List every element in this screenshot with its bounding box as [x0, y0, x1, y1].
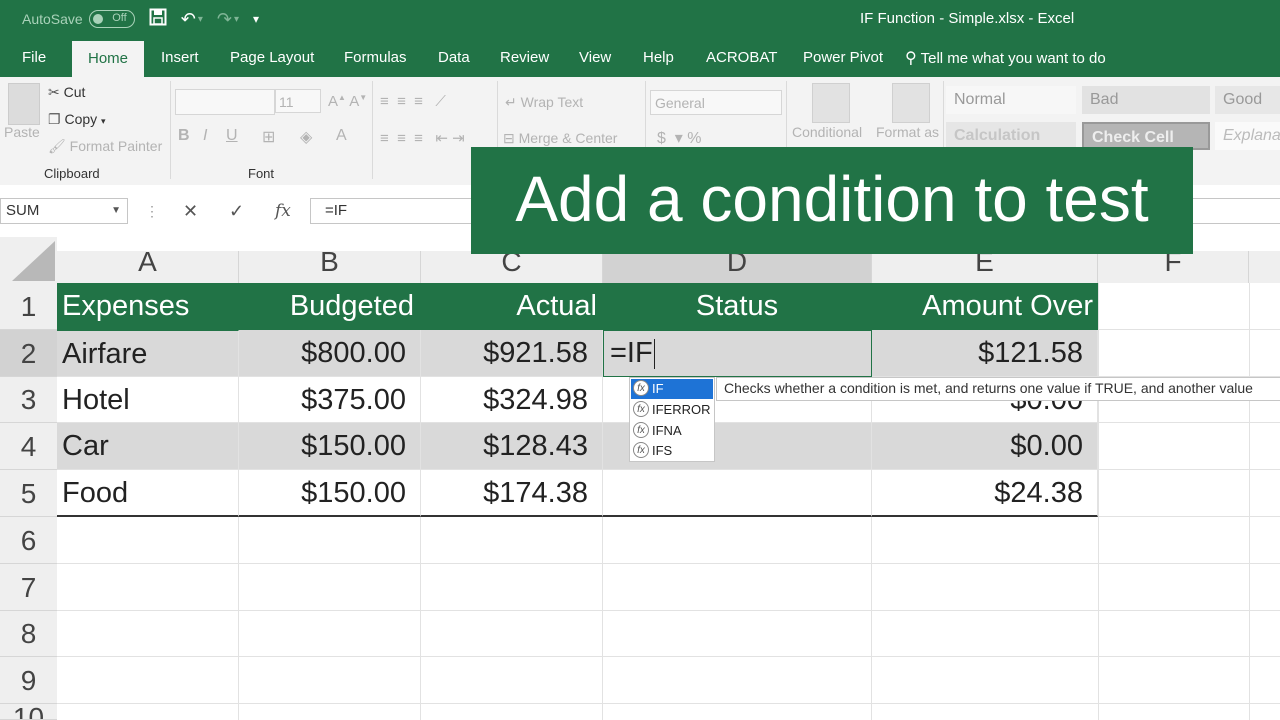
style-normal[interactable]: Normal [946, 86, 1076, 114]
align-top-icons[interactable]: ≡ ≡ ≡ ⟋ [380, 93, 446, 110]
save-icon[interactable] [149, 8, 167, 31]
function-icon: fx [633, 442, 649, 458]
tab-page-layout[interactable]: Page Layout [230, 38, 314, 77]
copy-icon: ❐ [48, 111, 61, 127]
formula-bar-grip-icon: ⋮ [145, 203, 159, 219]
merge-center-button[interactable]: ⊟ Merge & Center [503, 130, 617, 147]
title-bar: AutoSave Off ↶ ▾ ↷ ▾ ▾ IF Function - Sim… [0, 0, 1280, 38]
brush-icon: 🖌 [48, 138, 66, 154]
row-header-1[interactable]: 1 [0, 283, 57, 330]
gridlines [57, 283, 1280, 720]
tab-formulas[interactable]: Formulas [344, 38, 407, 77]
insert-function-icon[interactable]: fx [275, 198, 291, 224]
paste-icon[interactable] [8, 83, 40, 125]
tell-me-box[interactable]: ⚲ Tell me what you want to do [905, 38, 1106, 77]
scissors-icon: ✂ [48, 84, 60, 100]
function-icon: fx [633, 422, 649, 438]
row-header-8[interactable]: 8 [0, 611, 57, 657]
style-calculation[interactable]: Calculation [946, 122, 1076, 150]
tab-power-pivot[interactable]: Power Pivot [803, 38, 883, 77]
underline-button[interactable]: U [226, 127, 238, 145]
autocomplete-item-if[interactable]: fx IF [631, 379, 713, 399]
row-header-5[interactable]: 5 [0, 470, 57, 517]
tell-me-text: Tell me what you want to do [920, 50, 1106, 67]
row-header-7[interactable]: 7 [0, 564, 57, 611]
enter-icon[interactable]: ✓ [229, 198, 244, 224]
tab-file[interactable]: File [22, 38, 46, 77]
row-header-6[interactable]: 6 [0, 517, 57, 564]
clipboard-group-label: Clipboard [44, 166, 100, 181]
autocomplete-item-iferror[interactable]: fx IFERROR [631, 400, 713, 420]
ribbon-tabs: File Home Insert Page Layout Formulas Da… [0, 38, 1280, 77]
borders-icon[interactable]: ⊞ [262, 127, 275, 147]
style-explanatory[interactable]: Explanat [1215, 122, 1280, 150]
select-all-corner[interactable] [0, 237, 57, 283]
customize-toolbar-icon[interactable]: ▾ [253, 12, 259, 26]
function-icon: fx [633, 380, 649, 396]
function-autocomplete-list: fx IF fx IFERROR fx IFNA fx IFS [629, 377, 715, 462]
fill-color-icon[interactable]: ◈ [300, 127, 312, 147]
autocomplete-item-ifna[interactable]: fx IFNA [631, 421, 713, 441]
tab-review[interactable]: Review [500, 38, 549, 77]
worksheet-grid: A B C D E F 1 2 3 4 5 6 7 8 9 10 Expense… [0, 237, 1280, 720]
format-painter-button[interactable]: 🖌 Format Painter [48, 138, 162, 155]
conditional-formatting-button[interactable]: Conditional [792, 124, 862, 140]
wrap-icon: ↵ [505, 94, 517, 110]
row-header-4[interactable]: 4 [0, 423, 57, 470]
undo-icon[interactable]: ↶ [181, 9, 196, 30]
paste-button[interactable]: Paste [4, 124, 40, 140]
merge-icon: ⊟ [503, 130, 515, 146]
bold-button[interactable]: B [178, 127, 190, 145]
align-left-icons[interactable]: ≡ ≡ ≡ ⇤ ⇥ [380, 129, 465, 147]
name-box[interactable]: SUM ▼ [0, 198, 128, 224]
style-good[interactable]: Good [1215, 86, 1280, 114]
lightbulb-icon: ⚲ [905, 50, 917, 67]
copy-button[interactable]: ❐ Copy ▾ [48, 111, 106, 128]
tab-acrobat[interactable]: ACROBAT [706, 38, 777, 77]
tab-insert[interactable]: Insert [161, 38, 199, 77]
row-header-9[interactable]: 9 [0, 657, 57, 704]
tab-view[interactable]: View [579, 38, 611, 77]
italic-button[interactable]: I [203, 127, 207, 145]
currency-icon[interactable]: $ ▾ % [657, 128, 702, 148]
function-tooltip: Checks whether a condition is met, and r… [716, 377, 1280, 401]
wrap-text-button[interactable]: ↵ Wrap Text [505, 94, 583, 111]
grow-font-icon[interactable]: A▲ A▼ [328, 93, 367, 110]
autocomplete-item-ifs[interactable]: fx IFS [631, 441, 713, 461]
number-format-select[interactable]: General [650, 90, 782, 115]
style-bad[interactable]: Bad [1082, 86, 1210, 114]
format-as-table-icon[interactable] [892, 83, 930, 123]
autosave-label: AutoSave [22, 11, 83, 27]
font-group-label: Font [248, 166, 275, 181]
font-color-icon[interactable]: A [336, 127, 347, 145]
function-icon: fx [633, 401, 649, 417]
tab-home[interactable]: Home [72, 41, 144, 77]
format-as-table-button[interactable]: Format as [876, 124, 939, 140]
row-header-10[interactable]: 10 [0, 704, 57, 720]
font-name-select[interactable] [175, 89, 275, 115]
window-title: IF Function - Simple.xlsx - Excel [860, 10, 1075, 27]
tutorial-caption: Add a condition to test [471, 147, 1193, 254]
row-header-2[interactable]: 2 [0, 330, 57, 377]
style-check-cell[interactable]: Check Cell [1082, 122, 1210, 150]
autosave-toggle[interactable]: Off [88, 10, 135, 28]
cancel-icon[interactable]: ✕ [183, 198, 198, 224]
row-header-3[interactable]: 3 [0, 377, 57, 423]
tab-help[interactable]: Help [643, 38, 674, 77]
tab-data[interactable]: Data [438, 38, 470, 77]
cut-button[interactable]: ✂ Cut [48, 84, 85, 101]
conditional-formatting-icon[interactable] [812, 83, 850, 123]
undo-dropdown-icon[interactable]: ▾ [198, 14, 203, 25]
redo-dropdown-icon[interactable]: ▾ [234, 14, 239, 25]
redo-icon[interactable]: ↷ [217, 9, 232, 30]
font-size-select[interactable]: 11 [275, 89, 321, 113]
